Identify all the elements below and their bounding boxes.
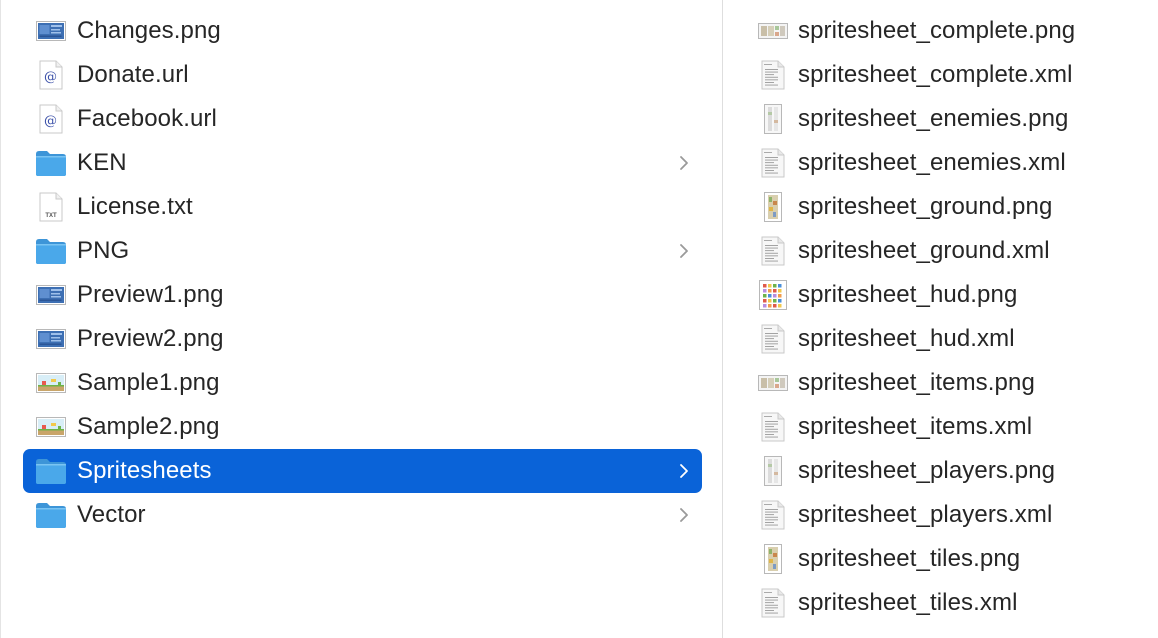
left-column-item-spritesheets[interactable]: Spritesheets bbox=[23, 449, 702, 493]
spritesheets-column[interactable]: spritesheet_complete.png spritesheet_com… bbox=[723, 0, 1158, 638]
chevron-right-icon bbox=[678, 154, 690, 172]
chevron-right-icon bbox=[678, 462, 690, 480]
image-thumbnail-icon bbox=[757, 455, 789, 487]
image-thumbnail-icon bbox=[35, 323, 67, 355]
image-thumbnail-icon bbox=[35, 367, 67, 399]
right-column-item-spritesheet-tiles-png[interactable]: spritesheet_tiles.png bbox=[723, 537, 1158, 581]
xml-file-icon bbox=[757, 499, 789, 531]
file-name-label: KEN bbox=[77, 149, 127, 176]
file-name-label: spritesheet_enemies.png bbox=[798, 105, 1069, 132]
left-column-item-preview1-png[interactable]: Preview1.png bbox=[23, 273, 702, 317]
image-thumbnail-icon bbox=[757, 15, 789, 47]
file-name-label: spritesheet_items.xml bbox=[798, 413, 1033, 440]
right-column-item-spritesheet-ground-png[interactable]: spritesheet_ground.png bbox=[723, 185, 1158, 229]
right-column-item-spritesheet-hud-png[interactable]: spritesheet_hud.png bbox=[723, 273, 1158, 317]
file-name-label: Changes.png bbox=[77, 17, 221, 44]
xml-file-icon bbox=[757, 147, 789, 179]
image-thumbnail-icon bbox=[757, 103, 789, 135]
url-file-icon: @ bbox=[35, 103, 67, 135]
image-thumbnail-icon bbox=[757, 191, 789, 223]
image-thumbnail-icon bbox=[35, 15, 67, 47]
file-name-label: License.txt bbox=[77, 193, 193, 220]
left-column-item-sample1-png[interactable]: Sample1.png bbox=[23, 361, 702, 405]
file-name-label: spritesheet_ground.png bbox=[798, 193, 1053, 220]
left-column-item-donate-url[interactable]: @ Donate.url bbox=[23, 53, 702, 97]
file-name-label: Sample2.png bbox=[77, 413, 220, 440]
right-column-item-spritesheet-items-xml[interactable]: spritesheet_items.xml bbox=[723, 405, 1158, 449]
image-thumbnail-icon bbox=[757, 543, 789, 575]
file-name-label: spritesheet_complete.xml bbox=[798, 61, 1073, 88]
svg-text:@: @ bbox=[44, 114, 57, 129]
right-column-item-spritesheet-enemies-xml[interactable]: spritesheet_enemies.xml bbox=[723, 141, 1158, 185]
image-thumbnail-icon bbox=[757, 367, 789, 399]
file-name-label: Spritesheets bbox=[77, 457, 212, 484]
file-name-label: PNG bbox=[77, 237, 130, 264]
right-column-item-spritesheet-players-xml[interactable]: spritesheet_players.xml bbox=[723, 493, 1158, 537]
url-file-icon: @ bbox=[35, 59, 67, 91]
file-name-label: spritesheet_complete.png bbox=[798, 17, 1076, 44]
file-name-label: spritesheet_ground.xml bbox=[798, 237, 1050, 264]
left-column-item-license-txt[interactable]: TXT License.txt bbox=[23, 185, 702, 229]
spritesheets-file-list: spritesheet_complete.png spritesheet_com… bbox=[723, 9, 1158, 625]
file-name-label: spritesheet_hud.xml bbox=[798, 325, 1015, 352]
right-column-item-spritesheet-complete-png[interactable]: spritesheet_complete.png bbox=[723, 9, 1158, 53]
right-column-item-spritesheet-hud-xml[interactable]: spritesheet_hud.xml bbox=[723, 317, 1158, 361]
image-thumbnail-icon bbox=[757, 279, 789, 311]
xml-file-icon bbox=[757, 235, 789, 267]
left-column-item-preview2-png[interactable]: Preview2.png bbox=[23, 317, 702, 361]
file-name-label: spritesheet_players.png bbox=[798, 457, 1056, 484]
file-name-label: Preview1.png bbox=[77, 281, 224, 308]
svg-text:@: @ bbox=[44, 70, 57, 85]
file-name-label: Preview2.png bbox=[77, 325, 224, 352]
file-name-label: spritesheet_items.png bbox=[798, 369, 1035, 396]
svg-text:TXT: TXT bbox=[45, 213, 57, 219]
chevron-right-icon bbox=[678, 242, 690, 260]
folder-icon bbox=[35, 147, 67, 179]
file-name-label: Donate.url bbox=[77, 61, 189, 88]
finder-column-view: Changes.png @ Donate.url @ Facebook.url … bbox=[0, 0, 1158, 638]
file-name-label: Facebook.url bbox=[77, 105, 217, 132]
file-name-label: spritesheet_hud.png bbox=[798, 281, 1018, 308]
file-name-label: spritesheet_tiles.png bbox=[798, 545, 1021, 572]
image-thumbnail-icon bbox=[35, 279, 67, 311]
left-column-item-png[interactable]: PNG bbox=[23, 229, 702, 273]
right-column-item-spritesheet-ground-xml[interactable]: spritesheet_ground.xml bbox=[723, 229, 1158, 273]
image-thumbnail-icon bbox=[35, 411, 67, 443]
right-column-item-spritesheet-players-png[interactable]: spritesheet_players.png bbox=[723, 449, 1158, 493]
folder-icon bbox=[35, 499, 67, 531]
file-name-label: Vector bbox=[77, 501, 146, 528]
xml-file-icon bbox=[757, 323, 789, 355]
right-column-item-spritesheet-items-png[interactable]: spritesheet_items.png bbox=[723, 361, 1158, 405]
file-name-label: spritesheet_enemies.xml bbox=[798, 149, 1066, 176]
folder-icon bbox=[35, 235, 67, 267]
left-column-item-ken[interactable]: KEN bbox=[23, 141, 702, 185]
left-column-item-changes-png[interactable]: Changes.png bbox=[23, 9, 702, 53]
right-column-item-spritesheet-enemies-png[interactable]: spritesheet_enemies.png bbox=[723, 97, 1158, 141]
parent-folder-list: Changes.png @ Donate.url @ Facebook.url … bbox=[1, 9, 722, 537]
chevron-right-icon bbox=[678, 506, 690, 524]
right-column-item-spritesheet-tiles-xml[interactable]: spritesheet_tiles.xml bbox=[723, 581, 1158, 625]
file-name-label: Sample1.png bbox=[77, 369, 220, 396]
parent-folder-column[interactable]: Changes.png @ Donate.url @ Facebook.url … bbox=[0, 0, 722, 638]
xml-file-icon bbox=[757, 59, 789, 91]
file-name-label: spritesheet_players.xml bbox=[798, 501, 1053, 528]
text-file-icon: TXT bbox=[35, 191, 67, 223]
left-column-item-facebook-url[interactable]: @ Facebook.url bbox=[23, 97, 702, 141]
left-column-item-vector[interactable]: Vector bbox=[23, 493, 702, 537]
xml-file-icon bbox=[757, 411, 789, 443]
folder-icon bbox=[35, 455, 67, 487]
left-column-item-sample2-png[interactable]: Sample2.png bbox=[23, 405, 702, 449]
file-name-label: spritesheet_tiles.xml bbox=[798, 589, 1018, 616]
right-column-item-spritesheet-complete-xml[interactable]: spritesheet_complete.xml bbox=[723, 53, 1158, 97]
xml-file-icon bbox=[757, 587, 789, 619]
